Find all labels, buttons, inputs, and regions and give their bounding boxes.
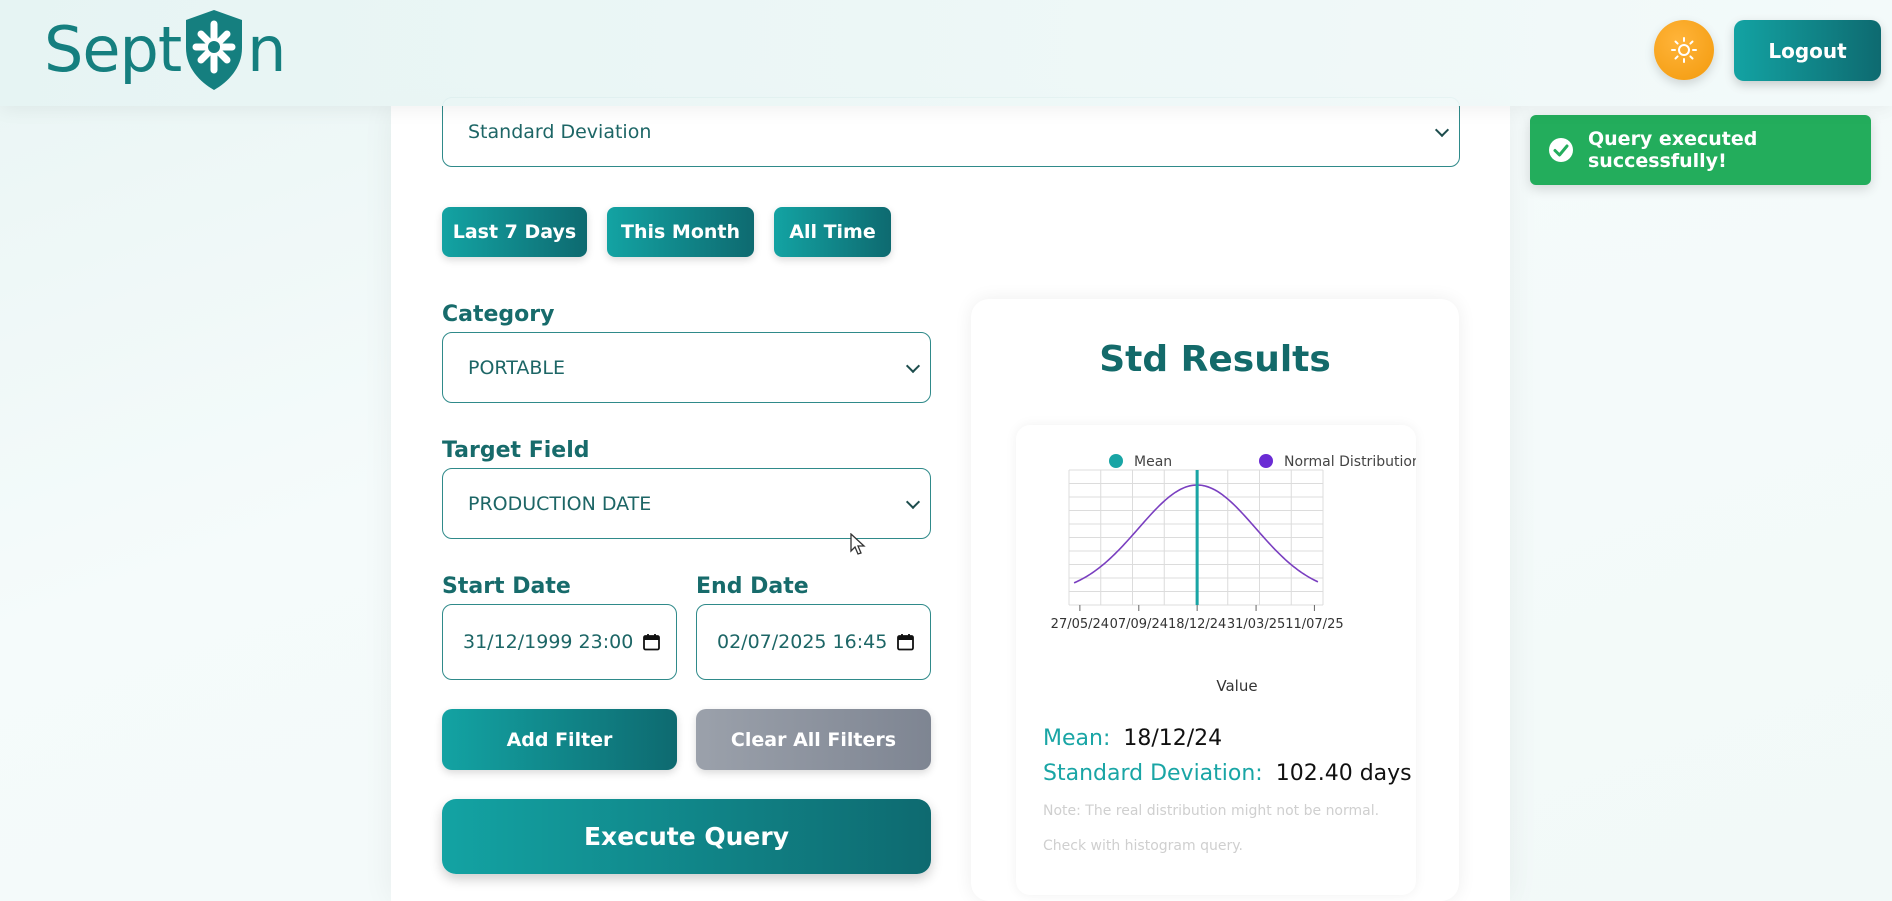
start-date-input[interactable]: 31/12/1999 23:00 [442,604,677,680]
logo[interactable]: Sept n [44,8,286,92]
category-select[interactable]: PORTABLE [442,332,931,403]
x-axis-label: Value [1216,677,1257,695]
mean-key: Mean: [1043,726,1111,751]
legend: Mean Normal Distribution [1109,454,1421,470]
execute-query-button[interactable]: Execute Query [442,799,931,874]
results-title: Std Results [1099,339,1331,380]
legend-mean-label: Mean [1134,454,1172,470]
toast-message: Query executed successfully! [1588,128,1758,172]
std-stat: Standard Deviation: 102.40 days [1043,761,1412,786]
note-line-1: Note: The real distribution might not be… [1043,803,1380,819]
end-date-label: End Date [696,574,809,599]
mean-value: 18/12/24 [1123,726,1223,751]
x-axis-ticks: 27/05/24 07/09/24 18/12/24 31/03/25 11/07/25 [1051,605,1344,632]
chevron-down-icon [905,358,921,373]
std-value: 102.40 days [1275,761,1412,786]
results-card: Std Results Mean Normal Distribution 27/… [971,299,1459,901]
calendar-icon[interactable] [643,634,660,651]
legend-normal-label: Normal Distribution [1284,454,1416,470]
theme-toggle-button[interactable] [1654,20,1714,80]
mean-stat: Mean: 18/12/24 [1043,726,1222,751]
x-tick-label: 11/07/25 [1285,617,1343,632]
chart-card: Mean Normal Distribution 27/05/24 07/09/2… [1016,425,1421,895]
start-date-value: 31/12/1999 23:00 [463,631,634,653]
chevron-down-icon [1434,122,1450,138]
operation-select-value: Standard Deviation [468,121,652,143]
top-header: Sept n Logout [0,0,1892,106]
this-month-button[interactable]: This Month [607,207,754,257]
start-date-label: Start Date [442,574,571,599]
logo-text-right: n [247,13,286,86]
target-field-select[interactable]: PRODUCTION DATE [442,468,931,539]
clear-all-filters-button[interactable]: Clear All Filters [696,709,931,770]
shield-logo-icon [186,10,243,90]
std-chart: Mean Normal Distribution 27/05/24 07/09/2… [1051,454,1421,695]
sun-icon [1671,37,1697,63]
last-7-days-button[interactable]: Last 7 Days [442,207,587,257]
std-key: Standard Deviation: [1043,761,1263,786]
add-filter-button[interactable]: Add Filter [442,709,677,770]
end-date-input[interactable]: 02/07/2025 16:45 [696,604,931,680]
logo-text-left: Sept [44,13,182,86]
calendar-icon[interactable] [897,634,914,651]
success-toast[interactable]: Query executed successfully! [1530,115,1871,185]
legend-mean-marker [1109,454,1123,468]
x-tick-label: 07/09/24 [1110,617,1168,632]
chevron-down-icon [905,494,921,509]
category-label: Category [442,302,555,327]
x-tick-label: 18/12/24 [1168,617,1226,632]
target-field-label: Target Field [442,438,590,463]
target-field-select-value: PRODUCTION DATE [468,492,652,515]
legend-normal-marker [1259,454,1273,468]
note-line-2: Check with histogram query. [1043,838,1243,854]
mouse-cursor-icon [850,533,866,555]
check-circle-icon [1548,137,1574,163]
category-select-value: PORTABLE [468,356,565,379]
logout-button[interactable]: Logout [1734,20,1881,81]
x-tick-label: 27/05/24 [1051,617,1109,632]
end-date-value: 02/07/2025 16:45 [717,631,888,653]
all-time-button[interactable]: All Time [774,207,891,257]
operation-select[interactable]: Standard Deviation [442,97,1460,167]
x-tick-label: 31/03/25 [1227,617,1285,632]
